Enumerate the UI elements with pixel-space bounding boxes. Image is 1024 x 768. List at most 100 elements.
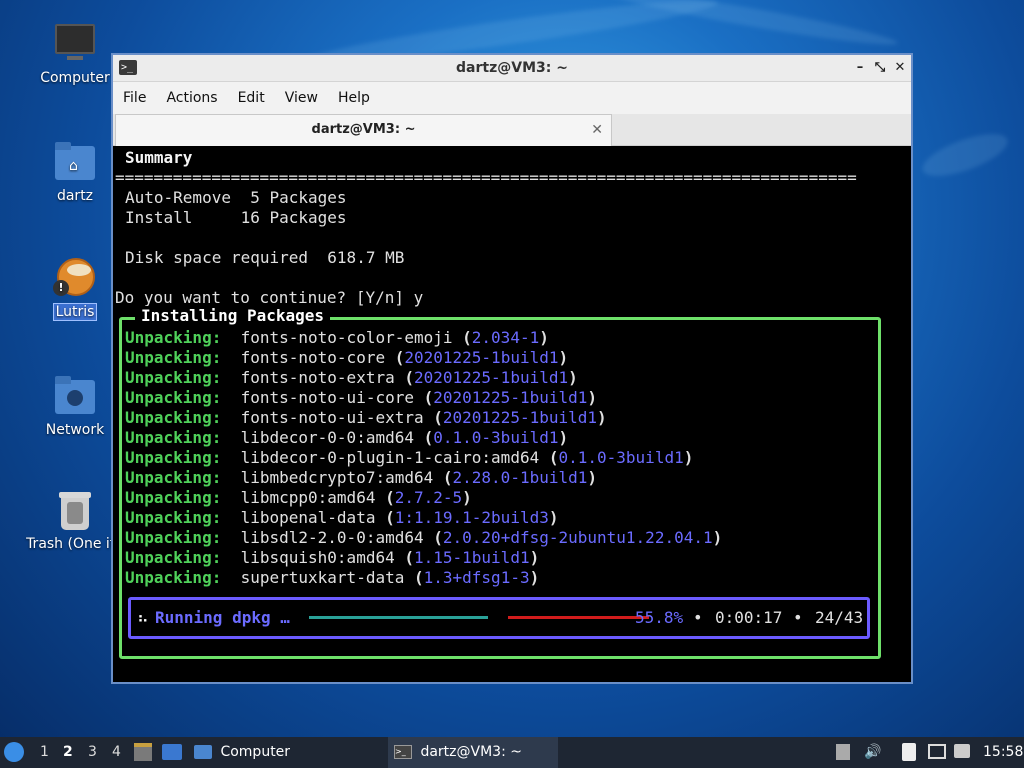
package-name: fonts-noto-ui-core — [240, 388, 414, 407]
computer-icon — [53, 22, 97, 66]
home-folder-icon: ⌂ — [53, 140, 97, 184]
package-row: Unpacking: supertuxkart-data (1.3+dfsg1-… — [125, 568, 540, 587]
unpacking-label: Unpacking: — [125, 388, 222, 407]
progress-bar-completed — [309, 616, 488, 619]
package-row: Unpacking: fonts-noto-color-emoji (2.034… — [125, 328, 549, 347]
unpacking-label: Unpacking: — [125, 568, 222, 587]
notification-icon[interactable] — [954, 737, 972, 768]
window-titlebar[interactable]: >_ dartz@VM3: ~ – ⤡ ✕ — [113, 55, 911, 82]
progress-elapsed: 0:00:17 — [715, 608, 783, 627]
progress-count: 24/43 — [815, 608, 864, 627]
trash-icon — [53, 488, 97, 532]
taskbar-active-window[interactable]: >_ dartz@VM3: ~ — [388, 737, 558, 768]
menu-help[interactable]: Help — [338, 90, 370, 106]
package-name: fonts-noto-ui-extra — [240, 408, 424, 427]
package-row: Unpacking: libmcpp0:amd64 (2.7.2-5) — [125, 488, 472, 507]
package-version: 20201225-1build1 — [433, 388, 588, 407]
package-name: libopenal-data — [240, 508, 376, 527]
progress-bullet: • — [693, 608, 703, 627]
package-row: Unpacking: libsdl2-2.0-0:amd64 (2.0.20+d… — [125, 528, 723, 547]
package-version: 0.1.0-3build1 — [558, 448, 684, 467]
taskbar-computer-button[interactable]: Computer — [194, 737, 374, 768]
menu-bar: File Actions Edit View Help — [113, 82, 911, 114]
package-version: 2.7.2-5 — [394, 488, 463, 507]
workspace-4[interactable]: 4 — [112, 737, 121, 768]
package-row: Unpacking: libsquish0:amd64 (1.15-1build… — [125, 548, 540, 567]
package-name: fonts-noto-core — [240, 348, 386, 367]
clock: 15:58 — [983, 744, 1024, 760]
terminal-window[interactable]: >_ dartz@VM3: ~ – ⤡ ✕ File Actions Edit … — [111, 53, 913, 684]
unpacking-label: Unpacking: — [125, 508, 222, 527]
maximize-button[interactable]: ⤡ — [871, 59, 889, 77]
updates-icon[interactable] — [836, 737, 852, 768]
close-button[interactable]: ✕ — [891, 59, 909, 77]
unpacking-label: Unpacking: — [125, 448, 222, 467]
unpacking-label: Unpacking: — [125, 408, 222, 427]
tab-close-icon[interactable]: ✕ — [591, 115, 603, 145]
file-manager-icon[interactable] — [134, 737, 154, 768]
install-line: Install 16 Packages — [125, 208, 347, 227]
progress-bullet: • — [793, 608, 803, 627]
auto-remove-line: Auto-Remove 5 Packages — [125, 188, 347, 207]
menu-actions[interactable]: Actions — [166, 90, 217, 106]
package-name: libdecor-0-plugin-1-cairo:amd64 — [240, 448, 540, 467]
unpacking-label: Unpacking: — [125, 528, 222, 547]
package-version: 20201225-1build1 — [413, 368, 569, 387]
package-name: libsdl2-2.0-0:amd64 — [240, 528, 424, 547]
unpacking-label: Unpacking: — [125, 468, 222, 487]
taskbar-computer-label: Computer — [220, 744, 291, 760]
terminal-icon: >_ — [394, 745, 412, 759]
workspace-2[interactable]: 2 — [63, 737, 73, 768]
package-version: 20201225-1build1 — [404, 348, 559, 367]
separator-line: ========================================… — [115, 168, 857, 187]
package-name: libmcpp0:amd64 — [240, 488, 376, 507]
show-desktop-icon[interactable] — [162, 737, 184, 768]
package-name: libdecor-0-0:amd64 — [240, 428, 414, 447]
tab-label: dartz@VM3: ~ — [311, 122, 416, 137]
terminal-output[interactable]: Summary ================================… — [113, 146, 911, 682]
network-status-icon[interactable] — [928, 737, 948, 768]
unpacking-label: Unpacking: — [125, 488, 222, 507]
water-caustic — [917, 125, 1013, 185]
package-version: 1.3+dfsg1-3 — [423, 568, 530, 587]
lutris-icon: ! — [53, 256, 97, 300]
package-version: 2.0.20+dfsg-2ubuntu1.22.04.1 — [442, 528, 713, 547]
disk-space-line: Disk space required 618.7 MB — [125, 248, 405, 267]
package-name: fonts-noto-extra — [240, 368, 395, 387]
unpacking-label: Unpacking: — [125, 348, 222, 367]
package-version: 0.1.0-3build1 — [433, 428, 559, 447]
package-row: Unpacking: libdecor-0-plugin-1-cairo:amd… — [125, 448, 694, 467]
menu-view[interactable]: View — [285, 90, 318, 106]
start-menu-icon[interactable] — [4, 737, 28, 768]
progress-label: Running dpkg … — [155, 608, 290, 627]
progress-percent: 55.8% — [635, 608, 684, 627]
desktop-icon-label: Network — [45, 422, 105, 438]
summary-heading: Summary — [125, 148, 193, 167]
minimize-button[interactable]: – — [851, 59, 869, 77]
unpacking-label: Unpacking: — [125, 548, 222, 567]
taskbar-window-label: dartz@VM3: ~ — [420, 744, 522, 760]
clipboard-icon[interactable] — [902, 737, 918, 768]
tab-bar: dartz@VM3: ~ ✕ — [113, 114, 911, 146]
tab-terminal[interactable]: dartz@VM3: ~ ✕ — [115, 114, 612, 146]
package-name: libsquish0:amd64 — [240, 548, 395, 567]
package-row: Unpacking: libopenal-data (1:1.19.1-2bui… — [125, 508, 559, 527]
volume-icon[interactable]: 🔊 — [864, 737, 882, 768]
menu-file[interactable]: File — [123, 90, 146, 106]
package-version: 20201225-1build1 — [442, 408, 598, 427]
box-title: Installing Packages — [135, 306, 331, 326]
folder-icon — [194, 745, 212, 759]
package-version: 2.28.0-1build1 — [452, 468, 588, 487]
package-version: 1:1.19.1-2build3 — [394, 508, 549, 527]
workspace-1[interactable]: 1 — [40, 737, 49, 768]
spinner-icon: ⠦ — [137, 608, 149, 627]
package-row: Unpacking: libdecor-0-0:amd64 (0.1.0-3bu… — [125, 428, 569, 447]
package-name: fonts-noto-color-emoji — [240, 328, 453, 347]
unpacking-label: Unpacking: — [125, 368, 222, 387]
package-name: libmbedcrypto7:amd64 — [240, 468, 434, 487]
package-row: Unpacking: libmbedcrypto7:amd64 (2.28.0-… — [125, 468, 598, 487]
progress-bar-remaining — [508, 616, 649, 619]
workspace-3[interactable]: 3 — [88, 737, 97, 768]
package-row: Unpacking: fonts-noto-extra (20201225-1b… — [125, 368, 578, 387]
menu-edit[interactable]: Edit — [238, 90, 265, 106]
